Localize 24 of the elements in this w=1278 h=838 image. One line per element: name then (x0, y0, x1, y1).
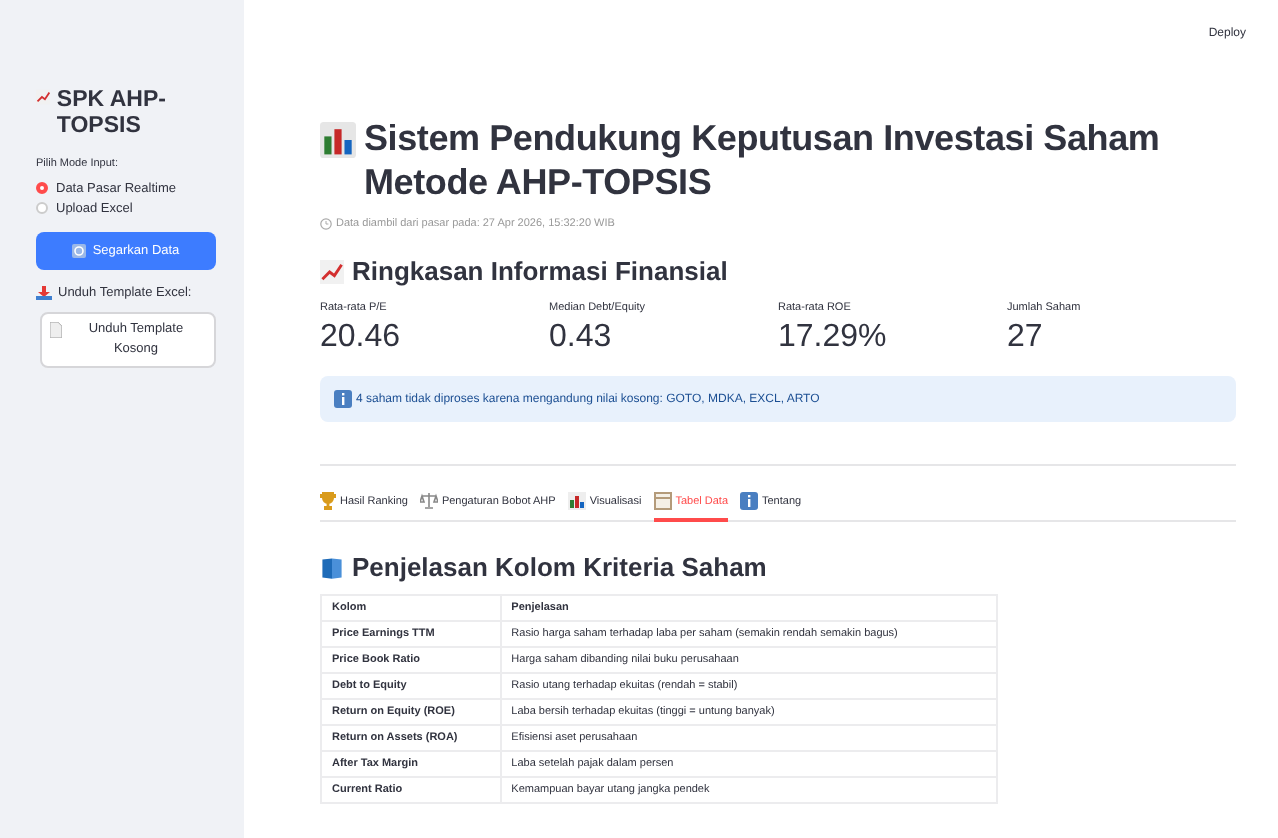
sidebar-title: SPK AHP-TOPSIS (56, 88, 168, 140)
metric-value: 17.29% (778, 320, 889, 356)
radio-button[interactable] (36, 182, 48, 194)
tray-icon (36, 286, 52, 300)
document-icon (50, 322, 62, 338)
radio-button[interactable] (36, 202, 48, 214)
calendar-icon (653, 492, 672, 510)
book-icon (320, 555, 344, 579)
scale-icon (419, 492, 438, 510)
metric-value: 27 (1007, 320, 1045, 356)
info-icon (334, 390, 352, 408)
section-heading: Ringkasan Informasi Finansial (352, 256, 728, 286)
bar-chart-icon (320, 122, 356, 158)
metric-value: 20.46 (320, 320, 403, 356)
refresh-icon (72, 244, 87, 258)
trophy-icon (320, 492, 336, 510)
section-heading: Penjelasan Kolom Kriteria Saham (352, 552, 767, 582)
trend-chart-icon (320, 259, 344, 283)
page-title: Sistem Pendukung Keputusan Investasi Saham Metode AHP-TOPSIS (364, 116, 1162, 204)
info-icon (740, 492, 758, 510)
trend-chart-icon (36, 88, 51, 106)
metric-value: 0.43 (549, 320, 614, 356)
clock-icon (320, 218, 332, 230)
bar-chart-icon (567, 492, 586, 510)
